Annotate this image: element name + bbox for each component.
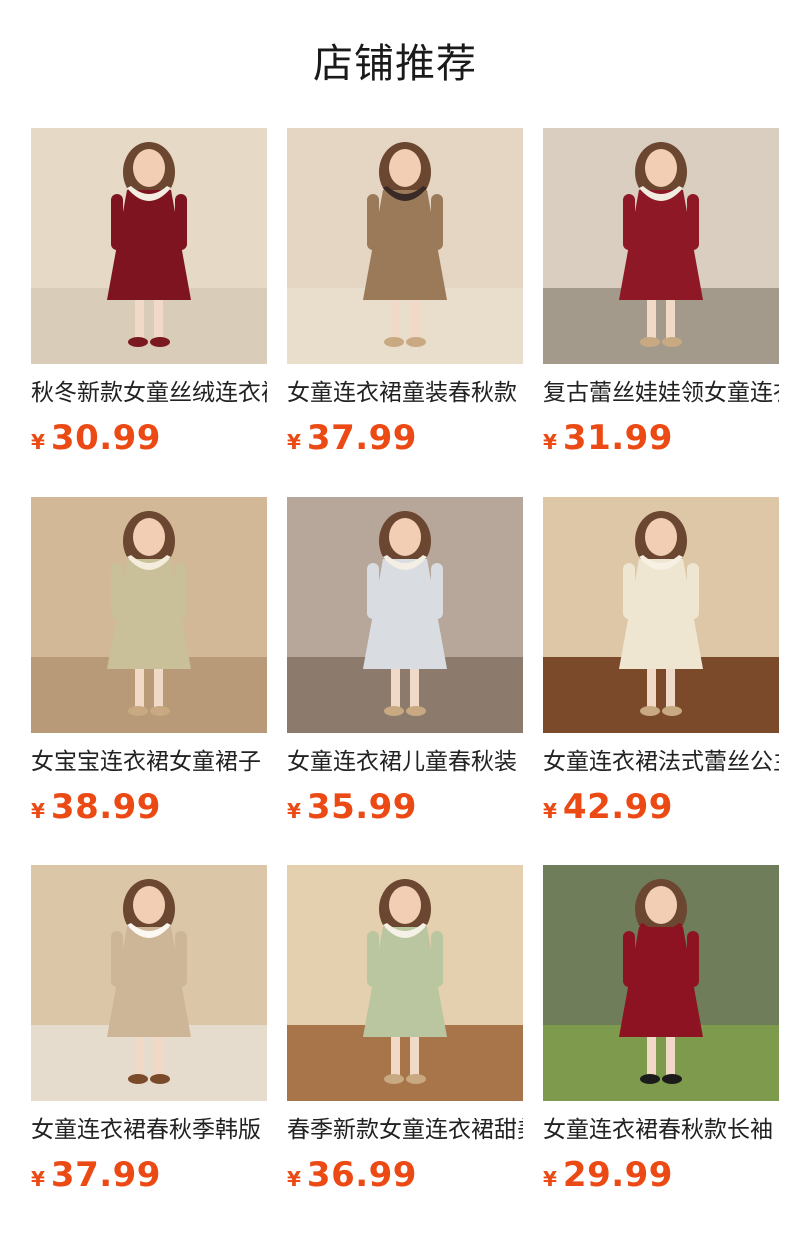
price-amount: 29.99	[562, 1155, 673, 1195]
product-image[interactable]	[31, 128, 267, 364]
product-card[interactable]: 女宝宝连衣裙女童裙子 ¥38.99	[31, 497, 267, 827]
price-amount: 42.99	[562, 787, 673, 827]
product-price: ¥42.99	[543, 787, 779, 827]
product-photo	[543, 497, 779, 733]
currency-symbol: ¥	[287, 1167, 301, 1191]
page-title: 店铺推荐	[313, 41, 477, 87]
product-photo	[31, 497, 267, 733]
product-price: ¥29.99	[543, 1155, 779, 1195]
currency-symbol: ¥	[31, 799, 45, 823]
currency-symbol: ¥	[543, 430, 557, 454]
price-amount: 37.99	[50, 1155, 161, 1195]
price-amount: 36.99	[306, 1155, 417, 1195]
price-amount: 31.99	[562, 418, 673, 458]
product-image[interactable]	[543, 128, 779, 364]
product-name[interactable]: 女童连衣裙儿童春秋装	[287, 747, 523, 777]
product-image[interactable]	[287, 865, 523, 1101]
currency-symbol: ¥	[31, 1167, 45, 1191]
product-price: ¥30.99	[31, 418, 267, 458]
price-amount: 38.99	[50, 787, 161, 827]
product-name[interactable]: 女童连衣裙春秋季韩版	[31, 1115, 267, 1145]
currency-symbol: ¥	[31, 430, 45, 454]
product-image[interactable]	[287, 128, 523, 364]
product-name[interactable]: 复古蕾丝娃娃领女童连衣裙	[543, 378, 779, 408]
product-photo	[287, 865, 523, 1101]
product-card[interactable]: 复古蕾丝娃娃领女童连衣裙 ¥31.99	[543, 128, 779, 458]
product-image[interactable]	[543, 865, 779, 1101]
product-name[interactable]: 女宝宝连衣裙女童裙子	[31, 747, 267, 777]
product-card[interactable]: 秋冬新款女童丝绒连衣裙 ¥30.99	[31, 128, 267, 458]
price-amount: 30.99	[50, 418, 161, 458]
product-image[interactable]	[31, 865, 267, 1101]
product-card[interactable]: 女童连衣裙儿童春秋装 ¥35.99	[287, 497, 523, 827]
price-amount: 37.99	[306, 418, 417, 458]
product-name[interactable]: 秋冬新款女童丝绒连衣裙	[31, 378, 267, 408]
product-price: ¥38.99	[31, 787, 267, 827]
product-price: ¥37.99	[287, 418, 523, 458]
product-card[interactable]: 女童连衣裙春秋款长袖 ¥29.99	[543, 865, 779, 1195]
price-amount: 35.99	[306, 787, 417, 827]
currency-symbol: ¥	[543, 799, 557, 823]
product-name[interactable]: 女童连衣裙法式蕾丝公主裙	[543, 747, 779, 777]
currency-symbol: ¥	[287, 430, 301, 454]
product-photo	[287, 497, 523, 733]
product-name[interactable]: 女童连衣裙童装春秋款	[287, 378, 523, 408]
currency-symbol: ¥	[287, 799, 301, 823]
product-card[interactable]: 女童连衣裙法式蕾丝公主裙 ¥42.99	[543, 497, 779, 827]
product-price: ¥36.99	[287, 1155, 523, 1195]
product-card[interactable]: 女童连衣裙春秋季韩版 ¥37.99	[31, 865, 267, 1195]
product-image[interactable]	[287, 497, 523, 733]
product-photo	[287, 128, 523, 364]
product-photo	[31, 128, 267, 364]
product-price: ¥37.99	[31, 1155, 267, 1195]
product-image[interactable]	[543, 497, 779, 733]
product-price: ¥31.99	[543, 418, 779, 458]
product-card[interactable]: 春季新款女童连衣裙甜美 ¥36.99	[287, 865, 523, 1195]
product-image[interactable]	[31, 497, 267, 733]
product-price: ¥35.99	[287, 787, 523, 827]
product-card[interactable]: 女童连衣裙童装春秋款 ¥37.99	[287, 128, 523, 458]
product-photo	[31, 865, 267, 1101]
product-photo	[543, 128, 779, 364]
currency-symbol: ¥	[543, 1167, 557, 1191]
product-name[interactable]: 女童连衣裙春秋款长袖	[543, 1115, 779, 1145]
product-photo	[543, 865, 779, 1101]
product-name[interactable]: 春季新款女童连衣裙甜美	[287, 1115, 523, 1145]
